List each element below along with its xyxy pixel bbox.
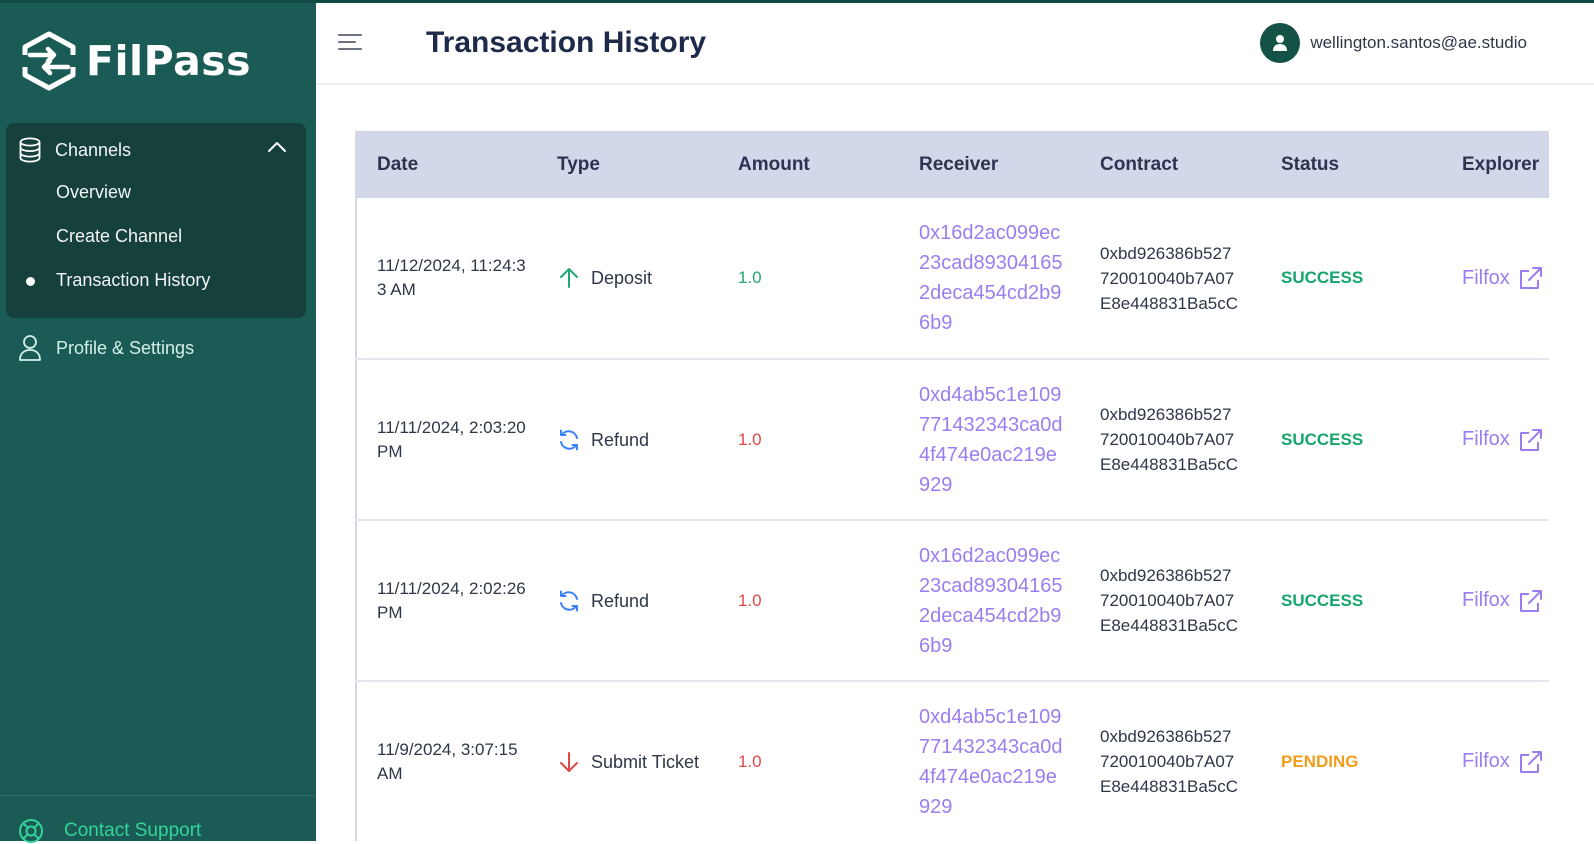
transaction-amount: 1.0 — [738, 751, 762, 771]
table-row: 11/11/2024, 2:03:20 PM Refund 1.0 0xd4ab… — [356, 359, 1549, 520]
column-header-explorer[interactable]: Explorer — [1442, 131, 1549, 198]
external-link-icon — [1519, 267, 1542, 289]
refresh-icon — [560, 429, 578, 450]
avatar-person-icon — [1273, 35, 1288, 51]
transaction-type-label: Deposit — [591, 268, 653, 288]
column-header-type[interactable]: Type — [537, 131, 718, 198]
transaction-type: Refund — [557, 589, 718, 613]
transaction-amount: 1.0 — [738, 429, 762, 449]
status-badge: SUCCESS — [1281, 429, 1364, 449]
channels-nav-group: Channels Overview Create Channel Transac… — [6, 123, 306, 318]
transaction-date: 11/11/2024, 2:03:20 PM — [377, 417, 526, 461]
transaction-date: 11/9/2024, 3:07:15 AM — [377, 739, 518, 783]
sidebar-divider — [0, 795, 316, 796]
external-link-icon — [1519, 750, 1542, 773]
explorer-link-label: Filfox — [1462, 428, 1510, 450]
explorer-link-label: Filfox — [1462, 266, 1510, 289]
filpass-logo-icon — [22, 31, 76, 91]
receiver-address-link[interactable]: 0xd4ab5c1e109771432343ca0d4f474e0ac219e9… — [919, 702, 1063, 822]
channels-label: Channels — [55, 139, 132, 160]
status-badge: SUCCESS — [1281, 590, 1364, 610]
transaction-type-label: Submit Ticket — [591, 751, 700, 772]
sidebar-item-create-channel[interactable]: Create Channel — [56, 226, 182, 247]
app-logo[interactable]: FilPass — [22, 31, 251, 91]
transaction-type-label: Refund — [591, 429, 650, 450]
contact-support-button[interactable]: Contact Support — [18, 818, 201, 844]
profile-settings-label: Profile & Settings — [56, 337, 195, 358]
app-name: FilPass — [86, 37, 252, 85]
status-badge: PENDING — [1281, 751, 1359, 771]
explorer-link-label: Filfox — [1462, 589, 1510, 611]
sidebar-item-overview[interactable]: Overview — [56, 182, 131, 203]
table-header-row: Date Type Amount Receiver Contract Statu… — [356, 131, 1549, 198]
arrow-up-icon — [560, 268, 578, 288]
refresh-icon — [560, 590, 578, 611]
page-title: Transaction History — [426, 26, 707, 59]
column-header-date[interactable]: Date — [356, 131, 537, 198]
column-header-status[interactable]: Status — [1261, 131, 1442, 198]
external-link-icon — [1519, 428, 1542, 451]
lifebuoy-icon — [19, 819, 43, 843]
transaction-type: Deposit — [557, 266, 718, 290]
external-link-icon — [1519, 589, 1542, 612]
active-indicator-dot — [26, 277, 35, 286]
contract-address: 0xbd926386b527720010040b7A07E8e448831Ba5… — [1100, 727, 1239, 796]
transaction-type: Submit Ticket — [557, 750, 718, 774]
top-header: Transaction History wellington.santos@ae… — [316, 3, 1594, 85]
column-header-contract[interactable]: Contract — [1080, 131, 1261, 198]
database-icon — [19, 137, 41, 163]
user-icon — [19, 335, 41, 361]
sidebar-item-profile-settings[interactable]: Profile & Settings — [18, 334, 194, 362]
status-badge: SUCCESS — [1281, 268, 1364, 287]
transaction-type-label: Refund — [591, 590, 650, 611]
explorer-link[interactable]: Filfox — [1462, 427, 1549, 453]
column-header-amount[interactable]: Amount — [718, 131, 899, 198]
transaction-date: 11/11/2024, 2:02:26 PM — [377, 578, 526, 622]
column-header-receiver[interactable]: Receiver — [899, 131, 1080, 198]
user-email: wellington.santos@ae.studio — [1310, 33, 1527, 52]
arrow-down-icon — [560, 751, 578, 772]
explorer-link[interactable]: Filfox — [1462, 588, 1549, 614]
transaction-date: 11/12/2024, 11:24:33 AM — [377, 256, 526, 299]
receiver-address-link[interactable]: 0xd4ab5c1e109771432343ca0d4f474e0ac219e9… — [919, 380, 1063, 500]
sidebar: FilPass Channels Overview Create Channel… — [0, 0, 316, 844]
table-row: 11/12/2024, 11:24:33 AM Deposit 1.0 0x16… — [356, 198, 1549, 359]
receiver-address-link[interactable]: 0x16d2ac099ec23cad893041652deca454cd2b96… — [919, 218, 1063, 338]
explorer-link-label: Filfox — [1462, 750, 1510, 772]
sidebar-item-transaction-history[interactable]: Transaction History — [56, 270, 210, 291]
transaction-amount: 1.0 — [738, 590, 762, 610]
contract-address: 0xbd926386b527720010040b7A07E8e448831Ba5… — [1100, 566, 1239, 635]
top-accent-bar — [0, 0, 1594, 3]
avatar[interactable] — [1260, 23, 1301, 63]
contract-address: 0xbd926386b527720010040b7A07E8e448831Ba5… — [1100, 405, 1239, 474]
contract-address: 0xbd926386b527720010040b7A07E8e448831Ba5… — [1100, 243, 1239, 313]
menu-icon[interactable] — [338, 33, 362, 51]
transactions-table-container: Date Type Amount Receiver Contract Statu… — [355, 131, 1549, 841]
explorer-link[interactable]: Filfox — [1462, 749, 1549, 775]
transactions-table: Date Type Amount Receiver Contract Statu… — [355, 131, 1549, 841]
contact-support-label: Contact Support — [64, 820, 202, 841]
table-row: 11/9/2024, 3:07:15 AM Submit Ticket 1.0 … — [356, 681, 1549, 841]
table-row: 11/11/2024, 2:02:26 PM Refund 1.0 0x16d2… — [356, 520, 1549, 681]
transaction-amount: 1.0 — [738, 268, 762, 287]
channels-toggle[interactable]: Channels — [19, 135, 299, 165]
explorer-link[interactable]: Filfox — [1462, 265, 1549, 291]
user-menu[interactable]: wellington.santos@ae.studio — [1260, 23, 1527, 63]
transaction-type: Refund — [557, 428, 718, 452]
chevron-up-icon[interactable] — [267, 141, 287, 153]
receiver-address-link[interactable]: 0x16d2ac099ec23cad893041652deca454cd2b96… — [919, 541, 1063, 661]
